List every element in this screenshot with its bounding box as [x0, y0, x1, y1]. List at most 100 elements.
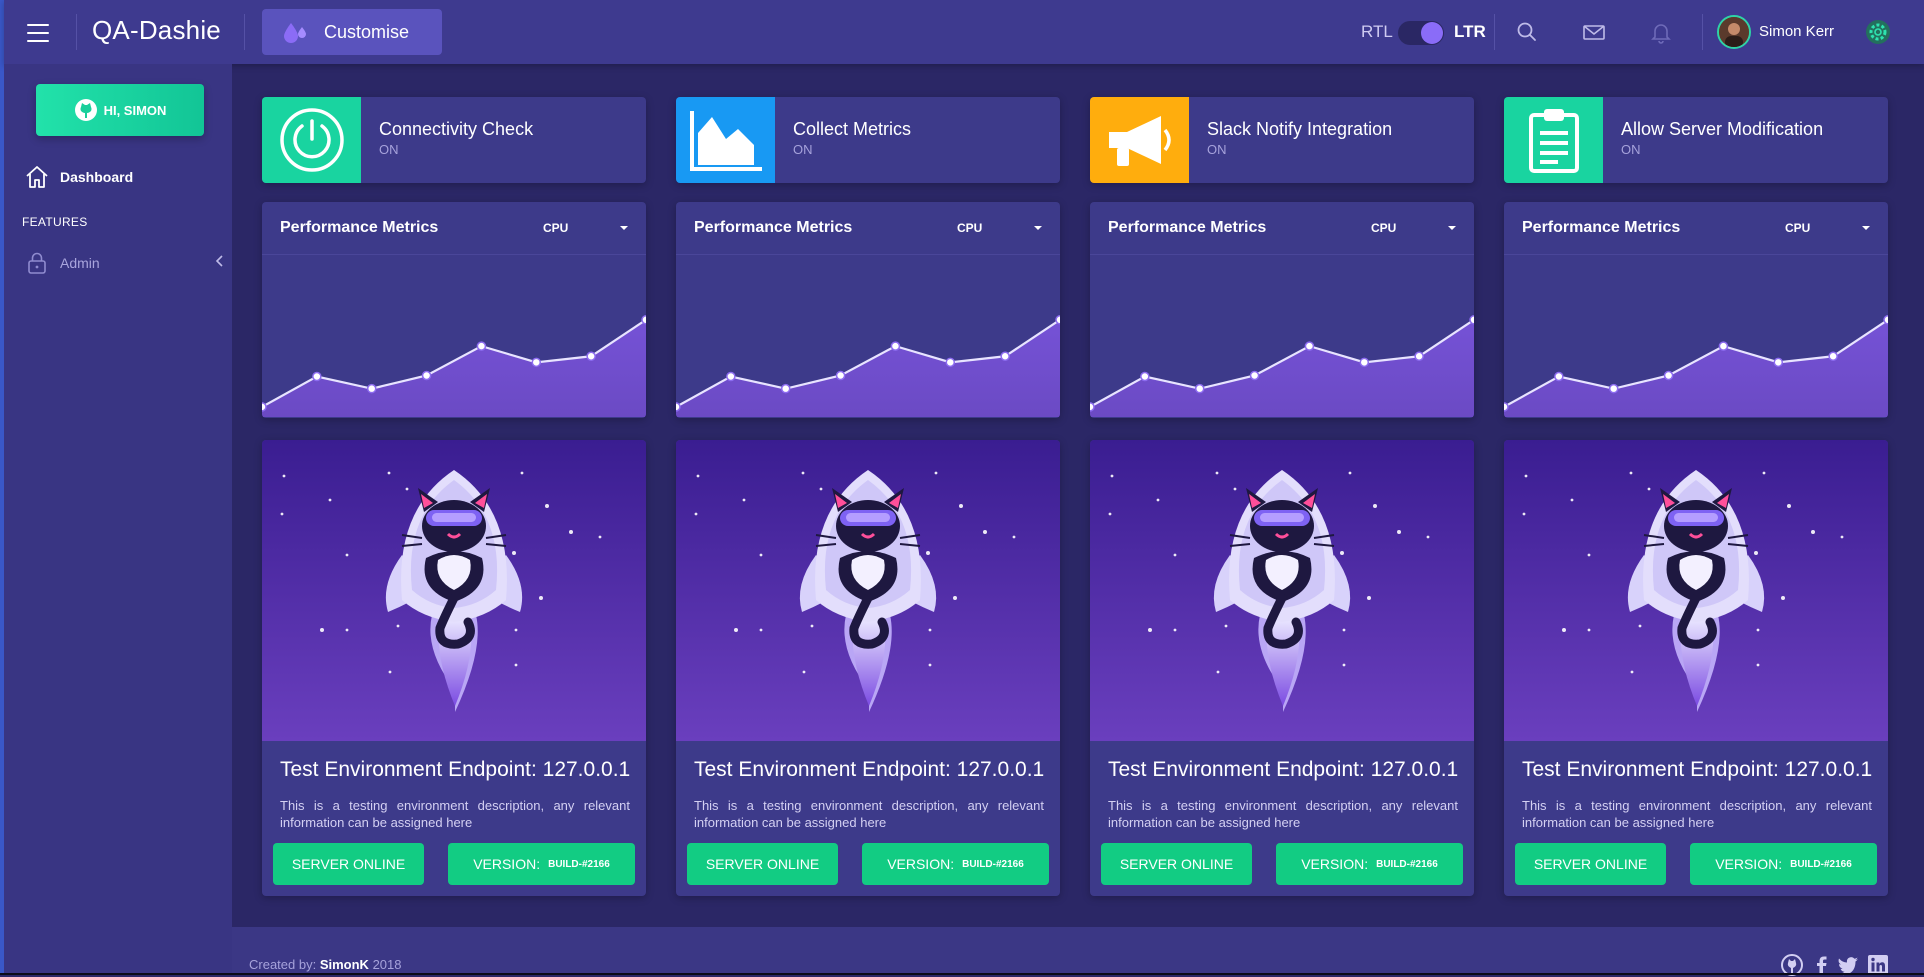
created-by-label: Created by: — [249, 957, 317, 972]
direction-toggle[interactable] — [1398, 21, 1444, 45]
clipboard-icon — [1528, 109, 1579, 173]
chart-point[interactable] — [312, 371, 322, 382]
power-icon — [279, 108, 344, 172]
stat-title: Allow Server Modification — [1621, 119, 1824, 139]
chevron-down-icon[interactable] — [1034, 226, 1042, 230]
version-label: VERSION: — [1301, 856, 1369, 872]
bell-icon[interactable] — [1647, 18, 1675, 46]
area-chart-icon — [689, 111, 762, 171]
chart-point[interactable] — [726, 371, 736, 382]
version-button[interactable]: VERSION: BUILD-#2166 — [862, 843, 1049, 885]
environment-card: Test Environment Endpoint: 127.0.0.1 Thi… — [676, 440, 1060, 896]
stat-icon-tile — [1090, 97, 1189, 183]
chart-point[interactable] — [1304, 341, 1315, 351]
toggle-knob — [1421, 22, 1443, 44]
stat-icon-tile — [262, 97, 361, 183]
chevron-down-icon[interactable] — [620, 226, 628, 230]
chart-point[interactable] — [1883, 315, 1888, 325]
server-online-button[interactable]: SERVER ONLINE — [273, 843, 424, 885]
chart-point[interactable] — [1718, 341, 1729, 351]
chart-point[interactable] — [1140, 371, 1150, 382]
author-link[interactable]: SimonK — [320, 957, 369, 972]
chart-point[interactable] — [531, 357, 542, 368]
environment-description: This is a testing environment descriptio… — [694, 798, 1044, 830]
sidebar-item-dashboard[interactable]: Dashboard — [24, 164, 133, 190]
divider — [76, 14, 77, 50]
stat-icon-tile — [1504, 97, 1603, 183]
chart-point[interactable] — [676, 402, 681, 412]
metric-select[interactable]: CPU — [957, 221, 982, 235]
chart-point[interactable] — [1414, 351, 1424, 361]
chart-point[interactable] — [1194, 383, 1205, 394]
version-button[interactable]: VERSION: BUILD-#2166 — [1690, 843, 1877, 885]
chart-point[interactable] — [1504, 402, 1509, 412]
search-icon[interactable] — [1513, 18, 1541, 46]
metric-select[interactable]: CPU — [1371, 221, 1396, 235]
mail-icon[interactable] — [1580, 18, 1608, 46]
divider — [1702, 14, 1703, 50]
chart-point[interactable] — [476, 341, 487, 351]
performance-card: Performance Metrics CPU — [1090, 202, 1474, 418]
performance-chart — [262, 315, 646, 417]
chart-point[interactable] — [366, 383, 377, 394]
customise-button[interactable]: Customise — [262, 9, 442, 55]
user-name[interactable]: Simon Kerr — [1759, 23, 1834, 40]
stat-icon-tile — [676, 97, 775, 183]
version-value: BUILD-#2166 — [1790, 858, 1852, 870]
chart-point[interactable] — [890, 341, 901, 351]
chart-point[interactable] — [945, 357, 956, 368]
server-online-button[interactable]: SERVER ONLINE — [687, 843, 838, 885]
github-greeting-button[interactable]: HI, SIMON — [36, 84, 204, 136]
version-button[interactable]: VERSION: BUILD-#2166 — [448, 843, 635, 885]
chart-point[interactable] — [1359, 357, 1370, 368]
chart-point[interactable] — [1828, 351, 1838, 361]
chart-point[interactable] — [1469, 315, 1474, 325]
chart-point[interactable] — [1090, 402, 1095, 412]
stat-title: Connectivity Check — [379, 119, 534, 139]
sidebar-item-admin[interactable]: Admin — [24, 250, 229, 276]
chart-point[interactable] — [1249, 370, 1260, 381]
rocket-cat-illustration — [262, 440, 646, 741]
metric-select[interactable]: CPU — [543, 221, 568, 235]
menu-icon[interactable] — [27, 24, 49, 42]
stat-status: ON — [793, 142, 813, 157]
version-button[interactable]: VERSION: BUILD-#2166 — [1276, 843, 1463, 885]
performance-title: Performance Metrics — [694, 219, 853, 236]
chart-point[interactable] — [1055, 315, 1060, 325]
rocket-cat-illustration — [1090, 440, 1474, 741]
performance-chart — [1090, 315, 1474, 417]
top-bar: QA-Dashie Customise RTL LTR Simon Kerr — [4, 0, 1924, 64]
metric-select[interactable]: CPU — [1785, 221, 1810, 235]
rtl-label: RTL — [1361, 22, 1393, 41]
chevron-down-icon[interactable] — [1862, 226, 1870, 230]
chart-point[interactable] — [1554, 371, 1564, 382]
stat-status: ON — [1621, 142, 1641, 157]
chart-point[interactable] — [1773, 357, 1784, 368]
chart-point[interactable] — [1663, 370, 1674, 381]
stat-title: Slack Notify Integration — [1207, 119, 1393, 139]
environment-description: This is a testing environment descriptio… — [280, 798, 630, 830]
chart-point[interactable] — [586, 351, 596, 361]
footer: Created by: SimonK 2018 — [232, 927, 1924, 976]
chart-point[interactable] — [780, 383, 791, 394]
chart-point[interactable] — [421, 370, 432, 381]
chart-point[interactable] — [1000, 351, 1010, 361]
chart-point[interactable] — [1608, 383, 1619, 394]
environment-description: This is a testing environment descriptio… — [1522, 798, 1872, 830]
server-online-button[interactable]: SERVER ONLINE — [1101, 843, 1252, 885]
divider — [1494, 14, 1495, 50]
chart-point[interactable] — [262, 402, 267, 412]
settings-icon[interactable] — [1864, 18, 1892, 46]
chevron-down-icon[interactable] — [1448, 226, 1456, 230]
stat-card[interactable]: Allow Server Modification ON — [1504, 97, 1888, 183]
chart-point[interactable] — [835, 370, 846, 381]
environment-title: Test Environment Endpoint: 127.0.0.1 — [280, 758, 631, 781]
server-online-button[interactable]: SERVER ONLINE — [1515, 843, 1666, 885]
stat-card[interactable]: Connectivity Check ON — [262, 97, 646, 183]
avatar[interactable] — [1717, 15, 1751, 49]
stat-status: ON — [1207, 142, 1227, 157]
chart-point[interactable] — [641, 315, 646, 325]
stat-card[interactable]: Slack Notify Integration ON — [1090, 97, 1474, 183]
environment-card: Test Environment Endpoint: 127.0.0.1 Thi… — [1090, 440, 1474, 896]
stat-card[interactable]: Collect Metrics ON — [676, 97, 1060, 183]
